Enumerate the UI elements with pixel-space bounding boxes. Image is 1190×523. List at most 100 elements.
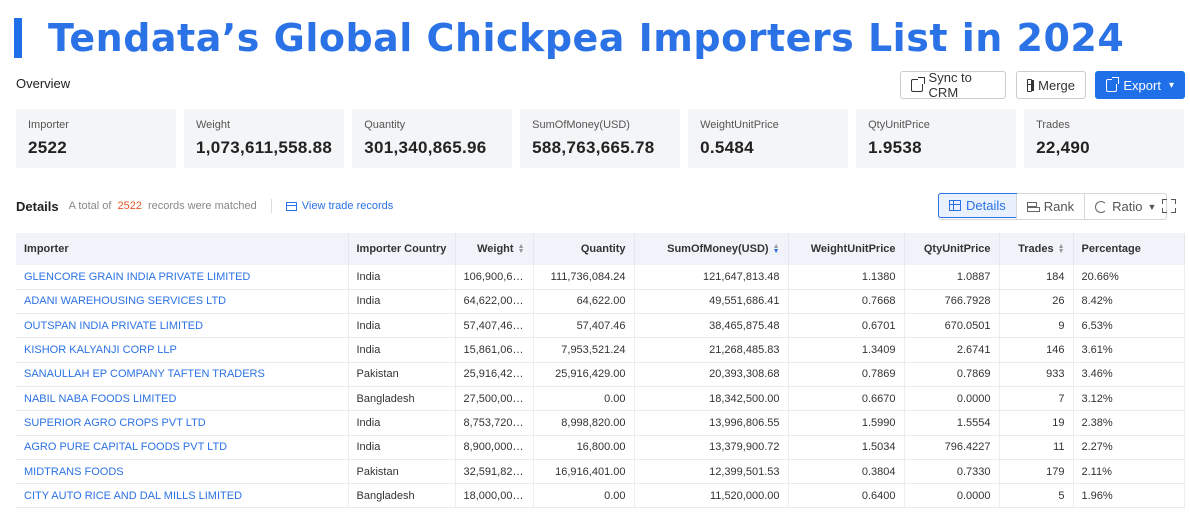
overview-stats: Importer 2522 Weight 1,073,611,558.88 Qu…: [16, 109, 1185, 168]
export-label: Export: [1123, 77, 1161, 93]
tab-details-label: Details: [966, 198, 1006, 213]
stat-card-quantity: Quantity 301,340,865.96: [352, 109, 513, 168]
country-cell: India: [348, 337, 456, 363]
importer-name-link[interactable]: CITY AUTO RICE AND DAL MILLS LIMITED: [16, 483, 349, 509]
sync-to-crm-button[interactable]: Sync to CRM: [900, 70, 1006, 100]
percentage-cell: 2.38%: [1073, 410, 1185, 436]
sum-of-money-cell: 13,996,806.55: [634, 410, 789, 436]
weight-unit-price-cell: 1.5990: [788, 410, 905, 436]
column-header-sum-of-money[interactable]: SumOfMoney(USD) ▲ ▼: [634, 233, 789, 265]
table-row[interactable]: SUPERIOR AGRO CROPS PVT LTD India 8,753,72…: [16, 410, 1185, 436]
table-row[interactable]: GLENCORE GRAIN INDIA PRIVATE LIMITED Indi…: [16, 265, 1185, 290]
trades-cell: 184: [999, 265, 1074, 290]
importer-name-link[interactable]: MIDTRANS FOODS: [16, 459, 349, 485]
sort-icon[interactable]: ▲ ▼: [1058, 243, 1065, 255]
stat-label: Importer: [28, 119, 69, 131]
country-cell: India: [348, 410, 456, 436]
sum-of-money-cell: 18,342,500.00: [634, 386, 789, 412]
records-count: 2522: [117, 200, 142, 212]
sort-icon[interactable]: ▲ ▼: [518, 243, 525, 255]
stat-label: WeightUnitPrice: [700, 119, 779, 131]
weight-unit-price-cell: 0.7668: [788, 289, 905, 315]
trades-cell: 179: [999, 459, 1074, 485]
table-row[interactable]: KISHOR KALYANJI CORP LLP India 15,861,060.…: [16, 337, 1185, 363]
weight-unit-price-cell: 1.5034: [788, 435, 905, 460]
fullscreen-icon[interactable]: [1162, 199, 1176, 213]
view-mode-toggle: Details Rank Ratio ▼: [938, 193, 1168, 220]
stat-label: Trades: [1036, 119, 1070, 131]
stat-card-sum-of-money: SumOfMoney(USD) 588,763,665.78: [520, 109, 681, 168]
quantity-cell: 111,736,084.24: [533, 265, 635, 290]
table-row[interactable]: SANAULLAH EP COMPANY TAFTEN TRADERS Pakis…: [16, 362, 1185, 387]
trades-cell: 19: [999, 410, 1074, 436]
trades-cell: 5: [999, 483, 1074, 509]
tab-details[interactable]: Details: [938, 193, 1017, 218]
importer-name-link[interactable]: SANAULLAH EP COMPANY TAFTEN TRADERS: [16, 362, 349, 387]
trades-cell: 7: [999, 386, 1074, 412]
trades-cell: 146: [999, 337, 1074, 363]
table-row[interactable]: NABIL NABA FOODS LIMITED Bangladesh 27,500…: [16, 386, 1185, 412]
importer-name-link[interactable]: SUPERIOR AGRO CROPS PVT LTD: [16, 410, 349, 436]
table-row[interactable]: MIDTRANS FOODS Pakistan 32,591,821.00 16,91…: [16, 459, 1185, 485]
tab-ratio[interactable]: Ratio ▼: [1084, 194, 1166, 219]
merge-button[interactable]: Merge: [1016, 71, 1086, 99]
percentage-cell: 6.53%: [1073, 313, 1185, 339]
quantity-cell: 0.00: [533, 483, 635, 509]
sum-of-money-cell: 20,393,308.68: [634, 362, 789, 387]
weight-cell: 32,591,821.00: [455, 459, 534, 485]
tab-rank[interactable]: Rank: [1015, 194, 1084, 219]
quantity-cell: 57,407.46: [533, 313, 635, 339]
view-trade-records-link[interactable]: View trade records: [285, 200, 393, 212]
stat-label: Weight: [195, 119, 231, 131]
sum-of-money-cell: 121,647,813.48: [634, 265, 789, 290]
stat-value: 2522: [28, 138, 68, 157]
stat-value: 0.5484: [700, 138, 754, 157]
weight-cell: 8,900,000.00: [455, 435, 534, 460]
country-cell: Bangladesh: [348, 386, 456, 412]
column-header-weight-unit-price[interactable]: WeightUnitPrice: [788, 233, 905, 265]
quantity-cell: 8,998,820.00: [533, 410, 635, 436]
percentage-cell: 2.11%: [1073, 459, 1185, 485]
importer-name-link[interactable]: OUTSPAN INDIA PRIVATE LIMITED: [16, 313, 349, 339]
tab-rank-label: Rank: [1043, 199, 1075, 214]
table-row[interactable]: CITY AUTO RICE AND DAL MILLS LIMITED Bang…: [16, 483, 1185, 509]
quantity-cell: 16,800.00: [533, 435, 635, 460]
percentage-cell: 3.12%: [1073, 386, 1185, 412]
qty-unit-price-cell: 0.7330: [904, 459, 1000, 485]
rank-icon: [1026, 201, 1040, 212]
column-header-qty-unit-price[interactable]: QtyUnitPrice: [904, 233, 1000, 265]
qty-unit-price-cell: 0.0000: [904, 483, 1000, 509]
column-header-country[interactable]: Importer Country: [348, 233, 456, 265]
stat-value: 301,340,865.96: [364, 138, 487, 157]
weight-unit-price-cell: 0.6400: [788, 483, 905, 509]
sum-of-money-cell: 49,551,686.41: [634, 289, 789, 315]
importer-name-link[interactable]: AGRO PURE CAPITAL FOODS PVT LTD: [16, 435, 349, 460]
column-header-trades[interactable]: Trades ▲ ▼: [999, 233, 1074, 265]
table-header-row: Importer Importer Country Weight ▲ ▼ Quant…: [16, 233, 1185, 265]
table-row[interactable]: AGRO PURE CAPITAL FOODS PVT LTD India 8,90…: [16, 435, 1185, 460]
export-button[interactable]: Export ▾: [1095, 71, 1185, 99]
importers-table: Importer Importer Country Weight ▲ ▼ Quant…: [16, 233, 1185, 509]
records-prefix: A total of: [68, 200, 112, 212]
column-header-percentage[interactable]: Percentage: [1073, 233, 1185, 265]
column-header-importer[interactable]: Importer: [16, 233, 349, 265]
sum-of-money-cell: 12,399,501.53: [634, 459, 789, 485]
column-header-quantity[interactable]: Quantity: [533, 233, 635, 265]
importer-name-link[interactable]: GLENCORE GRAIN INDIA PRIVATE LIMITED: [16, 265, 349, 290]
qty-unit-price-cell: 0.7869: [904, 362, 1000, 387]
ratio-icon: [1095, 200, 1108, 213]
weight-cell: 18,000,000.00: [455, 483, 534, 509]
table-row[interactable]: ADANI WAREHOUSING SERVICES LTD India 64,62…: [16, 289, 1185, 315]
stat-card-importer: Importer 2522: [16, 109, 176, 168]
overview-label: Overview: [16, 76, 71, 91]
column-header-weight[interactable]: Weight ▲ ▼: [455, 233, 534, 265]
sort-icon[interactable]: ▲ ▼: [773, 243, 780, 255]
weight-cell: 57,407,460.00: [455, 313, 534, 339]
table-row[interactable]: OUTSPAN INDIA PRIVATE LIMITED India 57,407…: [16, 313, 1185, 339]
qty-unit-price-cell: 670.0501: [904, 313, 1000, 339]
importer-name-link[interactable]: ADANI WAREHOUSING SERVICES LTD: [16, 289, 349, 315]
importer-name-link[interactable]: NABIL NABA FOODS LIMITED: [16, 386, 349, 412]
stat-value: 1.9538: [868, 138, 922, 157]
sum-of-money-cell: 13,379,900.72: [634, 435, 789, 460]
importer-name-link[interactable]: KISHOR KALYANJI CORP LLP: [16, 337, 349, 363]
